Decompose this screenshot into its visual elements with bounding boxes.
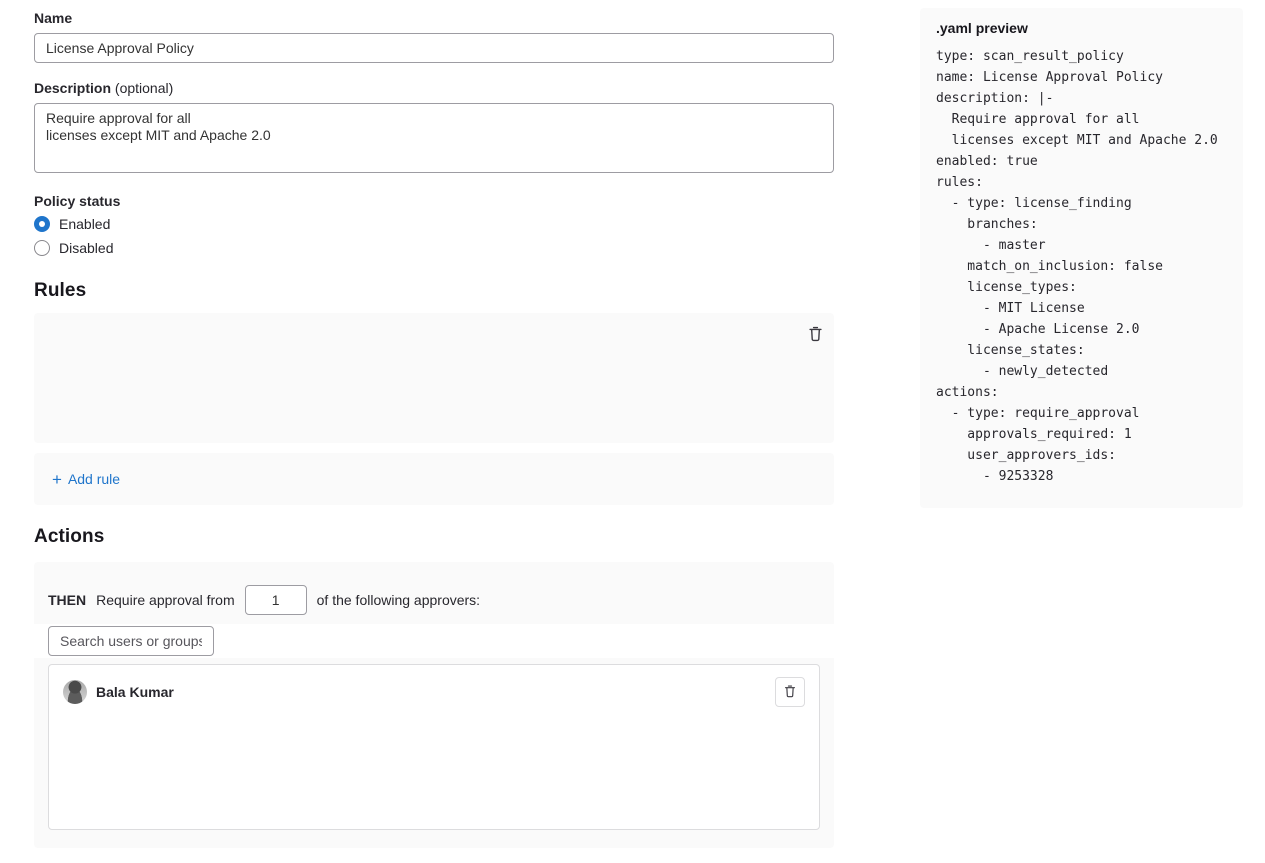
trash-icon [807,325,824,345]
status-option-enabled[interactable]: Enabled [34,216,110,232]
add-rule-box: + Add rule [34,453,834,505]
then-label: THEN [48,592,86,608]
trash-icon [783,684,797,701]
description-label-row: Description (optional) [34,80,173,96]
delete-rule-button[interactable] [807,325,824,345]
search-users-input[interactable] [48,626,214,656]
policy-name-input[interactable] [34,33,834,63]
actions-box: THEN Require approval from of the follow… [34,562,834,848]
description-optional-label: (optional) [115,80,173,96]
require-approval-text: Require approval from [96,592,235,608]
approvers-list: Bala Kumar [48,664,820,830]
yaml-preview-panel: .yaml preview type: scan_result_policy n… [920,8,1243,508]
policy-description-textarea[interactable]: Require approval for all licenses except… [34,103,834,173]
rules-heading: Rules [34,280,86,302]
policy-editor-page: Name Description (optional) Require appr… [0,0,1265,863]
status-option-disabled[interactable]: Disabled [34,240,113,256]
policy-status-label: Policy status [34,193,120,209]
rule-box: IF License Scan finds any license except… [34,313,834,443]
approver-search-strip [34,624,834,658]
enabled-radio[interactable] [34,216,50,232]
user-avatar [63,680,87,704]
add-rule-button[interactable]: + Add rule [52,471,120,488]
add-rule-label: Add rule [68,471,120,487]
disabled-radio-label: Disabled [59,240,113,256]
remove-approver-button[interactable] [775,677,805,707]
description-label: Description [34,80,111,96]
actions-heading: Actions [34,526,104,548]
yaml-preview-title: .yaml preview [936,20,1227,36]
approvers-suffix-text: of the following approvers: [317,592,480,608]
disabled-radio[interactable] [34,240,50,256]
then-row: THEN Require approval from of the follow… [48,585,480,615]
enabled-radio-label: Enabled [59,216,110,232]
plus-icon: + [52,471,62,488]
approver-list-item: Bala Kumar [49,665,819,719]
approvals-required-input[interactable] [245,585,307,615]
approver-name: Bala Kumar [96,684,174,700]
name-label: Name [34,10,72,26]
yaml-preview-code: type: scan_result_policy name: License A… [936,46,1227,487]
